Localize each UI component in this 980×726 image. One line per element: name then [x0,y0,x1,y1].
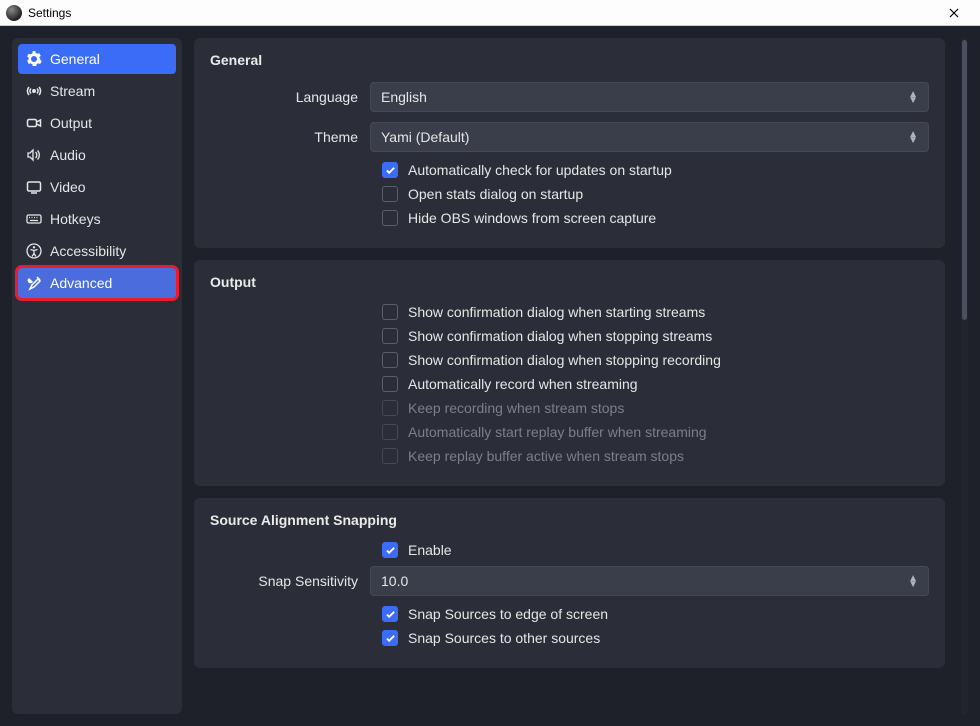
panel-title: General [210,52,929,68]
language-label: Language [210,89,370,105]
theme-value: Yami (Default) [381,129,469,145]
camera-icon [26,115,42,131]
body-area: General Stream Output Audio Video Hotkey… [0,26,980,726]
updown-icon: ▲▼ [908,132,918,143]
checkbox-icon [382,606,398,622]
sidebar-item-label: Output [50,115,92,131]
checkbox-label: Keep replay buffer active when stream st… [408,448,684,464]
checkbox-label: Hide OBS windows from screen capture [408,210,656,226]
antenna-icon [26,83,42,99]
accessibility-icon [26,243,42,259]
checkbox-icon [382,448,398,464]
panel-title: Source Alignment Snapping [210,512,929,528]
checkbox-row[interactable]: Hide OBS windows from screen capture [382,210,929,226]
monitor-icon [26,179,42,195]
checkbox-row[interactable]: Show confirmation dialog when stopping r… [382,352,929,368]
snap-sensitivity-input[interactable]: 10.0 ▲▼ [370,566,929,596]
sidebar-item-label: General [50,51,100,67]
checkbox-row: Keep replay buffer active when stream st… [382,448,929,464]
titlebar: Settings [0,0,980,26]
checkbox-label: Show confirmation dialog when stopping s… [408,328,712,344]
app-icon [6,5,22,21]
updown-icon: ▲▼ [908,576,918,587]
sidebar-item-hotkeys[interactable]: Hotkeys [18,204,176,234]
tools-icon [26,275,42,291]
checkbox-icon [382,162,398,178]
sidebar-item-label: Advanced [50,275,112,291]
checkbox-label: Enable [408,542,452,558]
language-value: English [381,89,427,105]
checkbox-icon [382,352,398,368]
checkbox-row[interactable]: Open stats dialog on startup [382,186,929,202]
checkbox-row[interactable]: Show confirmation dialog when starting s… [382,304,929,320]
checkbox-icon [382,304,398,320]
checkbox-label: Show confirmation dialog when starting s… [408,304,705,320]
sidebar-item-accessibility[interactable]: Accessibility [18,236,176,266]
sidebar-item-audio[interactable]: Audio [18,140,176,170]
gear-icon [26,51,42,67]
sidebar-item-stream[interactable]: Stream [18,76,176,106]
checkbox-row[interactable]: Snap Sources to other sources [382,630,929,646]
checkbox-label: Open stats dialog on startup [408,186,583,202]
checkbox-label: Automatically start replay buffer when s… [408,424,707,440]
scrollbar-thumb[interactable] [962,40,967,320]
checkbox-label: Snap Sources to edge of screen [408,606,608,622]
checkbox-row[interactable]: Show confirmation dialog when stopping s… [382,328,929,344]
sidebar-item-video[interactable]: Video [18,172,176,202]
checkbox-row[interactable]: Automatically check for updates on start… [382,162,929,178]
scrollbar[interactable] [961,38,968,714]
checkbox-label: Automatically record when streaming [408,376,638,392]
checkbox-label: Snap Sources to other sources [408,630,600,646]
panel-general: General Language English ▲▼ Theme Yami (… [194,38,945,248]
checkbox-label: Show confirmation dialog when stopping r… [408,352,721,368]
theme-label: Theme [210,129,370,145]
checkbox-icon [382,186,398,202]
checkbox-label: Keep recording when stream stops [408,400,624,416]
checkbox-row[interactable]: Automatically record when streaming [382,376,929,392]
panel-output: Output Show confirmation dialog when sta… [194,260,945,486]
keyboard-icon [26,211,42,227]
checkbox-label: Automatically check for updates on start… [408,162,672,178]
checkbox-row: Automatically start replay buffer when s… [382,424,929,440]
sidebar: General Stream Output Audio Video Hotkey… [12,38,182,714]
sidebar-item-label: Accessibility [50,243,126,259]
checkbox-icon [382,542,398,558]
sidebar-item-label: Audio [50,147,86,163]
language-select[interactable]: English ▲▼ [370,82,929,112]
snap-sensitivity-value: 10.0 [381,573,408,589]
checkbox-icon [382,424,398,440]
sidebar-item-label: Stream [50,83,95,99]
checkbox-enable-snapping[interactable]: Enable [382,542,929,558]
sidebar-item-label: Hotkeys [50,211,101,227]
checkbox-row: Keep recording when stream stops [382,400,929,416]
close-button[interactable] [934,0,974,26]
sidebar-item-general[interactable]: General [18,44,176,74]
checkbox-icon [382,400,398,416]
settings-content: General Language English ▲▼ Theme Yami (… [194,38,949,714]
checkbox-icon [382,328,398,344]
sidebar-item-output[interactable]: Output [18,108,176,138]
checkbox-icon [382,210,398,226]
panel-title: Output [210,274,929,290]
theme-select[interactable]: Yami (Default) ▲▼ [370,122,929,152]
window-title: Settings [28,6,934,20]
sidebar-item-advanced[interactable]: Advanced [18,268,176,298]
checkbox-icon [382,376,398,392]
speaker-icon [26,147,42,163]
checkbox-icon [382,630,398,646]
updown-icon: ▲▼ [908,92,918,103]
sidebar-item-label: Video [50,179,86,195]
panel-snapping: Source Alignment Snapping Enable Snap Se… [194,498,945,668]
snap-sensitivity-label: Snap Sensitivity [210,573,370,589]
checkbox-row[interactable]: Snap Sources to edge of screen [382,606,929,622]
